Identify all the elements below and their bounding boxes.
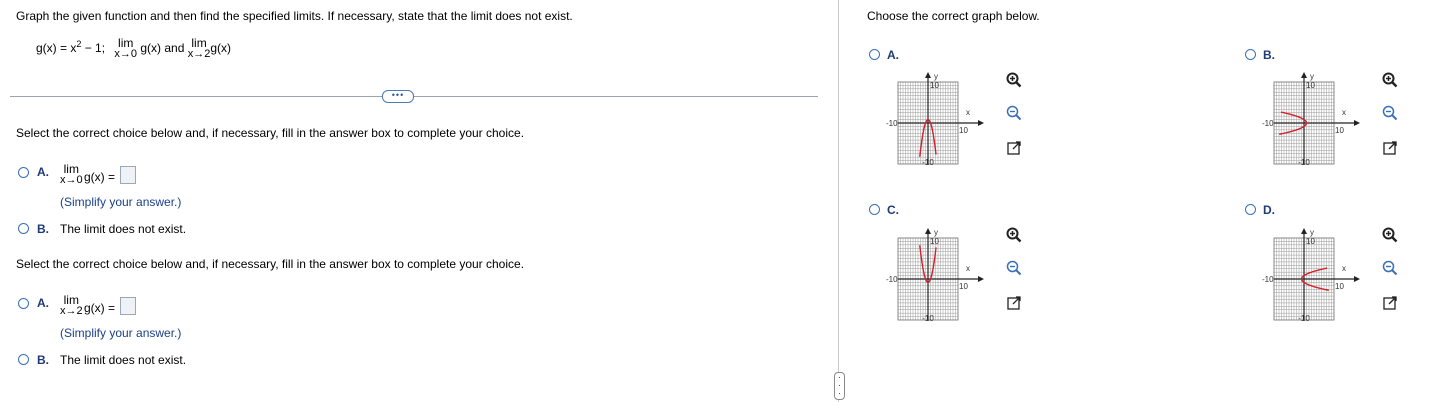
- x-axis-label: x: [1342, 264, 1346, 273]
- part2-prompt: Select the correct choice below and, if …: [16, 257, 525, 271]
- graph-b: y x 10 -10 -10 10: [1254, 70, 1384, 180]
- y-tick-max: 10: [1306, 81, 1315, 90]
- part1-option-b-text: The limit does not exist.: [60, 222, 187, 236]
- part1-option-b-letter: B.: [37, 222, 49, 236]
- part2-option-b-radio[interactable]: [18, 354, 29, 365]
- graph-option-d-letter: D.: [1263, 203, 1275, 217]
- limit-expression-2: lim x→2: [187, 36, 211, 60]
- graph-option-a-radio[interactable]: [869, 49, 880, 60]
- x-axis-arrow: [978, 120, 984, 126]
- function-end: g(x): [210, 41, 232, 56]
- graph-prompt: Choose the correct graph below.: [867, 9, 1040, 23]
- graph-option-c-radio[interactable]: [869, 204, 880, 215]
- y-axis-arrow: [925, 228, 931, 234]
- part2-hint: (Simplify your answer.): [60, 326, 182, 340]
- part2-option-b-text: The limit does not exist.: [60, 353, 187, 367]
- y-axis-label: y: [934, 228, 938, 237]
- function-suffix: − 1;: [81, 41, 106, 56]
- x-axis-arrow: [978, 276, 984, 282]
- open-new-window-icon[interactable]: [1005, 139, 1023, 157]
- section-divider: [10, 96, 818, 97]
- y-tick-max: 10: [930, 81, 939, 90]
- x-axis-label: x: [966, 264, 970, 273]
- y-axis-label: y: [1310, 228, 1314, 237]
- function-mid: g(x) and: [140, 41, 185, 56]
- part1-gx-label: g(x) =: [84, 170, 116, 184]
- part1-option-a-radio[interactable]: [18, 167, 29, 178]
- function-definition: g(x) = x2 − 1; lim x→0 g(x) and lim x→2 g(x…: [36, 36, 232, 60]
- zoom-in-icon[interactable]: [1381, 226, 1399, 244]
- y-axis-label: y: [1310, 72, 1314, 81]
- graph-c: y x 10 -10 -10 10: [878, 226, 1008, 336]
- part1-option-a-letter: A.: [37, 165, 49, 179]
- zoom-out-icon[interactable]: [1005, 259, 1023, 277]
- zoom-out-icon[interactable]: [1005, 104, 1023, 122]
- x-tick-min: -10: [1262, 119, 1274, 128]
- graph-option-c-letter: C.: [887, 203, 899, 217]
- y-tick-max: 10: [930, 237, 939, 246]
- graph-option-b-radio[interactable]: [1245, 49, 1256, 60]
- y-axis-arrow: [925, 72, 931, 78]
- y-tick-min: -10: [1298, 158, 1310, 167]
- x-tick-max: 10: [959, 282, 968, 291]
- zoom-in-icon[interactable]: [1381, 71, 1399, 89]
- x-axis-label: x: [966, 108, 970, 117]
- part2-limit-expression: lim x→2: [60, 293, 83, 317]
- part2-gx-label: g(x) =: [84, 301, 116, 315]
- graph-d: y x 10 -10 -10 10: [1254, 226, 1384, 336]
- open-new-window-icon[interactable]: [1381, 294, 1399, 312]
- x-tick-max: 10: [1335, 282, 1344, 291]
- graph-a: y x 10 -10 -10 10: [878, 70, 1008, 180]
- y-axis-arrow: [1301, 72, 1307, 78]
- y-axis-label: y: [934, 72, 938, 81]
- zoom-out-icon[interactable]: [1381, 104, 1399, 122]
- function-prefix: g(x) = x: [36, 41, 77, 56]
- open-new-window-icon[interactable]: [1005, 294, 1023, 312]
- graph-option-d-radio[interactable]: [1245, 204, 1256, 215]
- zoom-in-icon[interactable]: [1005, 226, 1023, 244]
- part2-answer-box[interactable]: [120, 297, 136, 315]
- part2-option-a-radio[interactable]: [18, 298, 29, 309]
- panel-splitter: [838, 0, 839, 402]
- part2-option-a-letter: A.: [37, 296, 49, 310]
- x-tick-min: -10: [1262, 275, 1274, 284]
- panel-resize-handle[interactable]: · · ·: [834, 372, 845, 400]
- graph-option-b-letter: B.: [1263, 48, 1275, 62]
- x-axis-arrow: [1354, 120, 1360, 126]
- zoom-out-icon[interactable]: [1381, 259, 1399, 277]
- instruction: Graph the given function and then find t…: [16, 9, 573, 23]
- open-new-window-icon[interactable]: [1381, 139, 1399, 157]
- graph-option-a-letter: A.: [887, 48, 899, 62]
- part1-prompt: Select the correct choice below and, if …: [16, 126, 525, 140]
- x-axis-arrow: [1354, 276, 1360, 282]
- x-tick-max: 10: [959, 126, 968, 135]
- x-tick-max: 10: [1335, 126, 1344, 135]
- y-tick-min: -10: [922, 158, 934, 167]
- y-tick-max: 10: [1306, 237, 1315, 246]
- x-tick-min: -10: [886, 275, 898, 284]
- part1-answer-box[interactable]: [120, 166, 136, 184]
- y-axis-arrow: [1301, 228, 1307, 234]
- x-axis-label: x: [1342, 108, 1346, 117]
- expand-button[interactable]: •••: [382, 90, 414, 103]
- part1-limit-expression: lim x→0: [60, 162, 83, 186]
- y-tick-min: -10: [1298, 314, 1310, 323]
- y-tick-min: -10: [922, 314, 934, 323]
- part2-option-b-letter: B.: [37, 353, 49, 367]
- x-tick-min: -10: [886, 119, 898, 128]
- part1-hint: (Simplify your answer.): [60, 195, 182, 209]
- part1-option-b-radio[interactable]: [18, 223, 29, 234]
- zoom-in-icon[interactable]: [1005, 71, 1023, 89]
- limit-expression-1: lim x→0: [114, 36, 138, 60]
